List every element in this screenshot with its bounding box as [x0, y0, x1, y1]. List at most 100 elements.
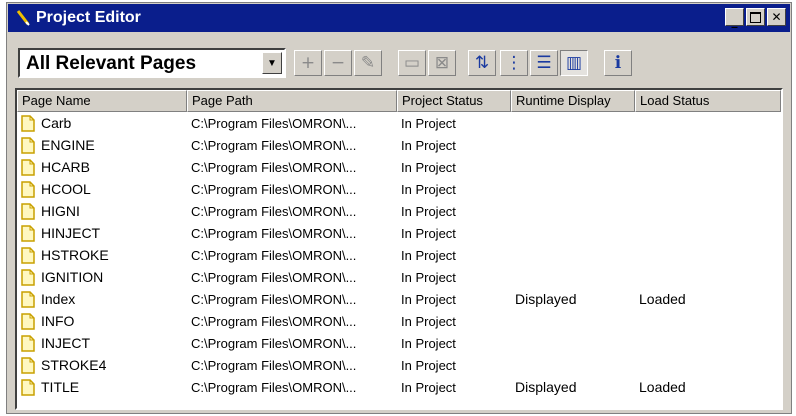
cell-name: Carb	[41, 115, 72, 131]
table-row[interactable]: INJECT C:\Program Files\OMRON\... In Proje…	[17, 333, 781, 354]
project-editor-window: Project Editor _ ✕ All Relevant Pages ▼ …	[6, 2, 792, 414]
sort-icon: ⇅	[474, 53, 490, 73]
table-row[interactable]: HCARB C:\Program Files\OMRON\... In Projec…	[17, 157, 781, 178]
table-row[interactable]: STROKE4 C:\Program Files\OMRON\... In Proj…	[17, 355, 781, 376]
page-icon	[21, 313, 35, 330]
edit-page-button[interactable]: ✎	[354, 50, 382, 76]
cell-status: In Project	[401, 270, 456, 285]
table-row[interactable]: HCOOL C:\Program Files\OMRON\... In Projec…	[17, 179, 781, 200]
cell-status: In Project	[401, 314, 456, 329]
cell-path: C:\Program Files\OMRON\...	[191, 314, 357, 329]
page-icon	[21, 203, 35, 220]
page-icon	[21, 269, 35, 286]
cell-status: In Project	[401, 160, 456, 175]
list-header: Page Name Page Path Project Status Runtime …	[17, 90, 781, 112]
cell-name: Index	[41, 291, 76, 307]
table-row[interactable]: Index C:\Program Files\OMRON\... In Projec…	[17, 289, 781, 310]
column-header[interactable]: Page Name	[17, 90, 187, 112]
close-page-button[interactable]: ⊠	[428, 50, 456, 76]
page-icon	[21, 115, 35, 132]
add-page-icon: +	[300, 53, 316, 73]
minimize-icon: _	[731, 13, 738, 28]
cell-path: C:\Program Files\OMRON\...	[191, 182, 357, 197]
cell-status: In Project	[401, 336, 456, 351]
cell-name: HCOOL	[41, 181, 91, 197]
cell-name: HSTROKE	[41, 247, 109, 263]
remove-page-icon: −	[330, 53, 346, 73]
page-icon	[21, 225, 35, 242]
maximize-icon	[750, 11, 761, 23]
cell-path: C:\Program Files\OMRON\...	[191, 160, 357, 175]
display-page-button[interactable]: ▭	[398, 50, 426, 76]
cell-runtime: Displayed	[515, 379, 577, 395]
page-icon	[21, 379, 35, 396]
maximize-button[interactable]	[746, 8, 765, 26]
table-row[interactable]: HIGNI C:\Program Files\OMRON\... In Projec…	[17, 201, 781, 222]
sort-button[interactable]: ⇅	[468, 50, 496, 76]
cell-name: IGNITION	[41, 269, 104, 285]
cell-status: In Project	[401, 182, 456, 197]
remove-page-button[interactable]: −	[324, 50, 352, 76]
tree-view-button[interactable]: ⋮	[500, 50, 528, 76]
cell-path: C:\Program Files\OMRON\...	[191, 270, 357, 285]
title-bar[interactable]: Project Editor _ ✕	[8, 4, 790, 32]
page-filter-select[interactable]: All Relevant Pages ▼	[18, 48, 286, 78]
cell-status: In Project	[401, 138, 456, 153]
cell-runtime: Displayed	[515, 291, 577, 307]
list-view-icon: ☰	[536, 53, 552, 73]
toolbar: All Relevant Pages ▼ + − ✎ ▭ ⊠ ⇅ ⋮ ☰ ▥ ℹ	[8, 34, 790, 86]
cell-name: HCARB	[41, 159, 91, 175]
column-header[interactable]: Page Path	[187, 90, 397, 112]
column-header[interactable]: Load Status	[635, 90, 781, 112]
details-view-icon: ▥	[565, 53, 583, 73]
page-icon	[21, 137, 35, 154]
table-row[interactable]: ENGINE C:\Program Files\OMRON\... In Proje…	[17, 135, 781, 156]
cell-name: STROKE4	[41, 357, 107, 373]
cell-path: C:\Program Files\OMRON\...	[191, 204, 357, 219]
pages-list[interactable]: Page Name Page Path Project Status Runtime …	[15, 88, 783, 410]
table-row[interactable]: HINJECT C:\Program Files\OMRON\... In Proj…	[17, 223, 781, 244]
cell-path: C:\Program Files\OMRON\...	[191, 248, 357, 263]
cell-path: C:\Program Files\OMRON\...	[191, 292, 357, 307]
cell-path: C:\Program Files\OMRON\...	[191, 138, 357, 153]
display-page-icon: ▭	[403, 53, 421, 73]
page-icon	[21, 291, 35, 308]
cell-name: INFO	[41, 313, 75, 329]
page-icon	[21, 247, 35, 264]
page-icon	[21, 335, 35, 352]
page-icon	[21, 181, 35, 198]
page-icon	[21, 159, 35, 176]
cell-path: C:\Program Files\OMRON\...	[191, 116, 357, 131]
cell-status: In Project	[401, 248, 456, 263]
cell-path: C:\Program Files\OMRON\...	[191, 336, 357, 351]
cell-name: ENGINE	[41, 137, 95, 153]
minimize-button[interactable]: _	[725, 8, 744, 28]
cell-path: C:\Program Files\OMRON\...	[191, 358, 357, 373]
cell-load: Loaded	[639, 379, 686, 395]
details-view-button[interactable]: ▥	[560, 50, 588, 76]
pencil-icon	[16, 10, 30, 26]
close-button[interactable]: ✕	[767, 8, 786, 26]
cell-path: C:\Program Files\OMRON\...	[191, 380, 357, 395]
cell-name: TITLE	[41, 379, 80, 395]
table-row[interactable]: TITLE C:\Program Files\OMRON\... In Projec…	[17, 377, 781, 398]
list-view-button[interactable]: ☰	[530, 50, 558, 76]
add-page-button[interactable]: +	[294, 50, 322, 76]
table-row[interactable]: HSTROKE C:\Program Files\OMRON\... In Proj…	[17, 245, 781, 266]
close-page-icon: ⊠	[434, 53, 450, 73]
cell-name: HIGNI	[41, 203, 80, 219]
chevron-down-icon: ▼	[267, 57, 277, 69]
dropdown-button[interactable]: ▼	[262, 52, 282, 74]
cell-status: In Project	[401, 204, 456, 219]
cell-status: In Project	[401, 358, 456, 373]
info-icon: ℹ	[614, 53, 622, 73]
cell-name: HINJECT	[41, 225, 101, 241]
table-row[interactable]: INFO C:\Program Files\OMRON\... In Project	[17, 311, 781, 332]
column-header[interactable]: Runtime Display	[511, 90, 635, 112]
table-row[interactable]: Carb C:\Program Files\OMRON\... In Project	[17, 113, 781, 134]
info-button[interactable]: ℹ	[604, 50, 632, 76]
column-header[interactable]: Project Status	[397, 90, 511, 112]
cell-status: In Project	[401, 292, 456, 307]
table-row[interactable]: IGNITION C:\Program Files\OMRON\... In Pro…	[17, 267, 781, 288]
cell-load: Loaded	[639, 291, 686, 307]
